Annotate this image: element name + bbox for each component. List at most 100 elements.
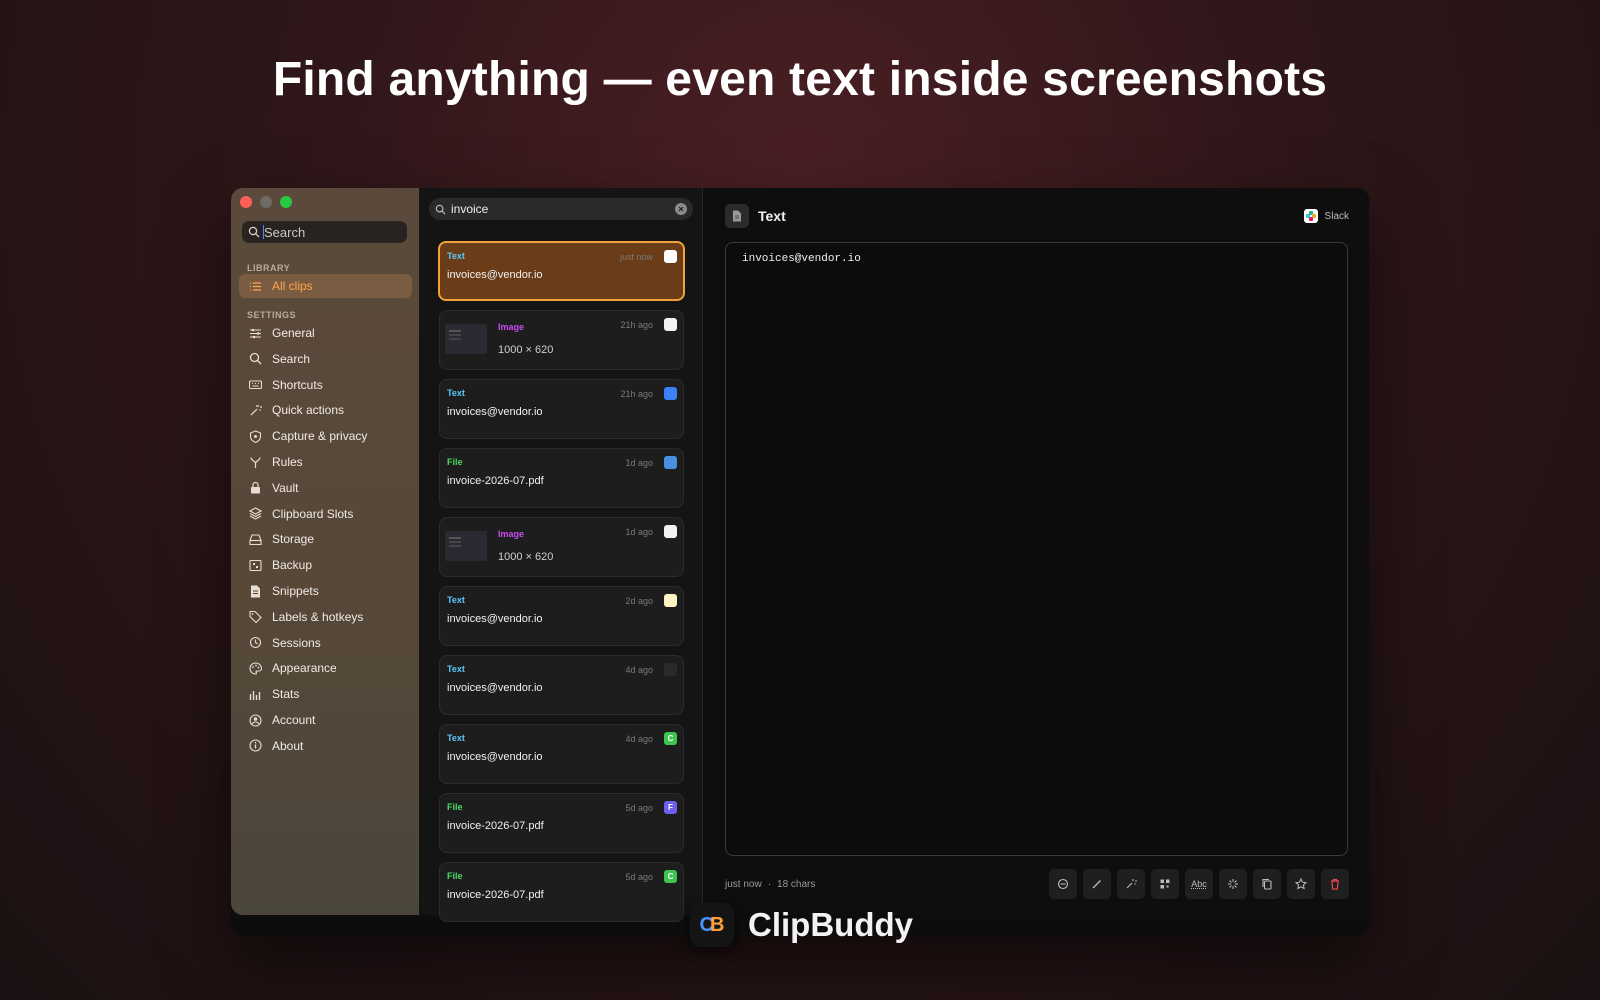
letter-c-icon: C bbox=[664, 732, 677, 745]
meta-separator: · bbox=[767, 879, 772, 890]
clip-content-text: invoices@vendor.io bbox=[742, 253, 861, 265]
sidebar-item-rules[interactable]: Rules bbox=[239, 450, 412, 474]
clip-search[interactable] bbox=[429, 198, 693, 220]
action-toolbar: Abc bbox=[1049, 869, 1349, 899]
trash-icon bbox=[1331, 878, 1339, 890]
app-window: LIBRARY All clips SETTINGS General Search… bbox=[231, 188, 1369, 936]
document-icon bbox=[251, 585, 260, 597]
pencil-icon bbox=[1092, 880, 1101, 889]
window-controls bbox=[240, 196, 292, 208]
sidebar-item-label: Labels & hotkeys bbox=[272, 609, 364, 624]
sidebar-item-labels-hotkeys[interactable]: Labels & hotkeys bbox=[239, 605, 412, 629]
sidebar-item-storage[interactable]: Storage bbox=[239, 527, 412, 551]
clip-kind: File bbox=[447, 802, 463, 812]
star-icon bbox=[1295, 878, 1307, 890]
slack-icon bbox=[664, 250, 677, 263]
clip-time: just now bbox=[619, 252, 653, 262]
clip-card[interactable]: Text 4d ago invoices@vendor.io C bbox=[439, 724, 684, 784]
sidebar-item-clipboard-slots[interactable]: Clipboard Slots bbox=[239, 502, 412, 526]
sidebar-item-label: Storage bbox=[272, 532, 315, 547]
star-button[interactable] bbox=[1287, 869, 1315, 899]
shield-icon bbox=[249, 430, 262, 443]
sidebar-item-appearance[interactable]: Appearance bbox=[239, 656, 412, 680]
sidebar-item-quick-actions[interactable]: Quick actions bbox=[239, 398, 412, 422]
clip-card[interactable]: Image 21h ago 1000 × 620 bbox=[439, 310, 684, 370]
clip-card[interactable]: Text just now invoices@vendor.io bbox=[438, 241, 685, 301]
camera-icon bbox=[664, 318, 677, 331]
meta-chars: 18 chars bbox=[777, 879, 816, 890]
clip-preview: 1000 × 620 bbox=[498, 344, 554, 356]
sparkle-button[interactable] bbox=[1219, 869, 1247, 899]
clip-time: 4d ago bbox=[625, 665, 653, 675]
qr-code-icon bbox=[1160, 879, 1170, 889]
sidebar-search[interactable] bbox=[242, 221, 407, 243]
slack-icon bbox=[1303, 209, 1318, 223]
minimize-window-button[interactable] bbox=[260, 196, 272, 208]
sidebar-item-all-clips[interactable]: All clips bbox=[239, 274, 412, 298]
sidebar-item-general[interactable]: General bbox=[239, 321, 412, 345]
sidebar-item-label: Vault bbox=[272, 480, 299, 495]
sidebar-item-about[interactable]: About bbox=[239, 734, 412, 758]
drive-icon bbox=[249, 534, 262, 545]
clip-time: 2d ago bbox=[625, 596, 653, 606]
clip-card[interactable]: Text 4d ago invoices@vendor.io bbox=[439, 655, 684, 715]
clip-card[interactable]: Image 1d ago 1000 × 620 bbox=[439, 517, 684, 577]
sidebar-item-label: Backup bbox=[272, 558, 313, 573]
pencil-button[interactable] bbox=[1083, 869, 1111, 899]
trash-button[interactable] bbox=[1321, 869, 1349, 899]
copy-button[interactable] bbox=[1253, 869, 1281, 899]
sidebar-item-stats[interactable]: Stats bbox=[239, 682, 412, 706]
clip-time: 21h ago bbox=[620, 389, 653, 399]
sidebar-search-input[interactable] bbox=[264, 224, 394, 240]
clip-preview: invoices@vendor.io bbox=[447, 406, 543, 418]
clear-search-button[interactable] bbox=[675, 203, 687, 215]
sidebar-item-label: Capture & privacy bbox=[272, 429, 368, 444]
clip-time: 5d ago bbox=[625, 803, 653, 813]
clip-content[interactable]: invoices@vendor.io bbox=[725, 242, 1348, 856]
minus-circle-button[interactable] bbox=[1049, 869, 1077, 899]
clip-preview: invoices@vendor.io bbox=[447, 269, 543, 281]
sidebar-item-vault[interactable]: Vault bbox=[239, 476, 412, 500]
clip-card[interactable]: File 5d ago invoice-2026-07.pdf F bbox=[439, 793, 684, 853]
magic-wand-button[interactable] bbox=[1117, 869, 1145, 899]
palette-icon bbox=[249, 662, 262, 675]
clip-kind: Text bbox=[447, 388, 465, 398]
clip-kind: Text bbox=[447, 733, 465, 743]
source-app-name: Slack bbox=[1324, 210, 1349, 222]
source-app: Slack bbox=[1303, 209, 1349, 223]
layers-icon bbox=[249, 507, 262, 520]
clip-card[interactable]: File 1d ago invoice-2026-07.pdf bbox=[439, 448, 684, 508]
sidebar-item-capture-privacy[interactable]: Capture & privacy bbox=[239, 424, 412, 448]
archive-icon bbox=[249, 559, 262, 571]
spellcheck-button[interactable]: Abc bbox=[1185, 869, 1213, 899]
clip-card[interactable]: Text 2d ago invoices@vendor.io bbox=[439, 586, 684, 646]
image-thumbnail bbox=[445, 324, 487, 354]
sidebar-item-snippets[interactable]: Snippets bbox=[239, 579, 412, 603]
clip-search-input[interactable] bbox=[451, 202, 675, 216]
close-window-button[interactable] bbox=[240, 196, 252, 208]
close-icon bbox=[678, 206, 684, 212]
qr-code-button[interactable] bbox=[1151, 869, 1179, 899]
zoom-window-button[interactable] bbox=[280, 196, 292, 208]
clip-kind: Text bbox=[447, 595, 465, 605]
clip-card[interactable]: Text 21h ago invoices@vendor.io bbox=[439, 379, 684, 439]
sidebar-item-sessions[interactable]: Sessions bbox=[239, 631, 412, 655]
sidebar-item-label: Quick actions bbox=[272, 403, 345, 418]
sidebar-item-account[interactable]: Account bbox=[239, 708, 412, 732]
sidebar-item-backup[interactable]: Backup bbox=[239, 553, 412, 577]
sidebar-item-search[interactable]: Search bbox=[239, 347, 412, 371]
clip-card[interactable]: File 5d ago invoice-2026-07.pdf C bbox=[439, 862, 684, 922]
sidebar-item-label: Rules bbox=[272, 455, 303, 469]
sidebar-item-shortcuts[interactable]: Shortcuts bbox=[239, 373, 412, 397]
notes-icon bbox=[664, 594, 677, 607]
sidebar-item-label: All clips bbox=[272, 279, 313, 293]
detail-title: Text bbox=[758, 208, 786, 224]
brand-name: ClipBuddy bbox=[748, 906, 913, 943]
sidebar-item-label: About bbox=[272, 738, 304, 753]
clipbuddy-logo: CB bbox=[690, 903, 734, 947]
sidebar-item-label: Stats bbox=[272, 687, 300, 702]
clip-time: 21h ago bbox=[620, 320, 653, 330]
list-icon bbox=[250, 281, 261, 291]
clip-preview: invoices@vendor.io bbox=[447, 751, 543, 763]
mail-icon bbox=[664, 387, 677, 400]
